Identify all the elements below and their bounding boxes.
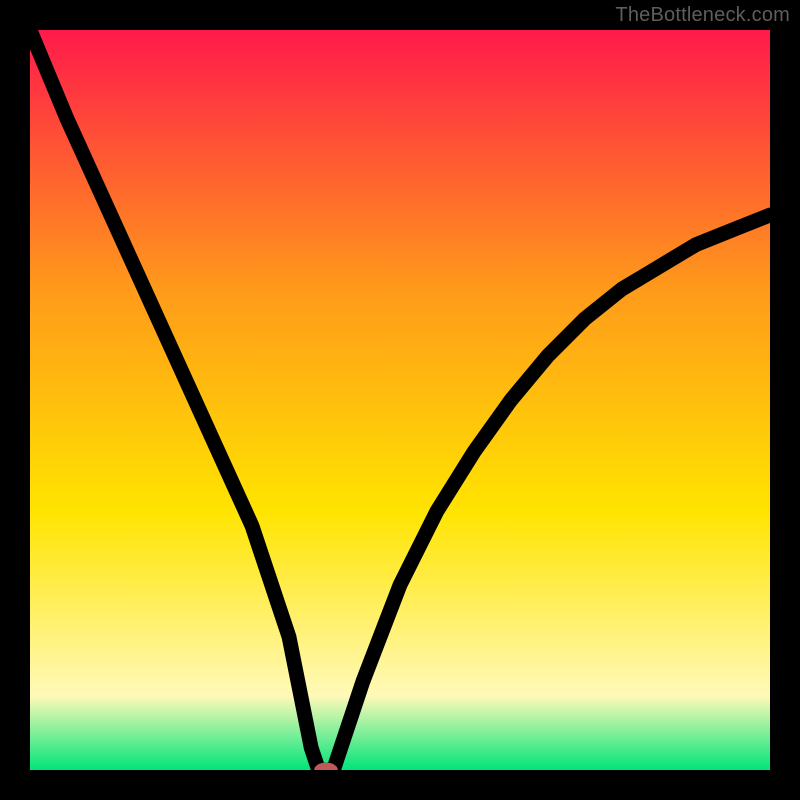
chart-frame: TheBottleneck.com xyxy=(0,0,800,800)
plot-background xyxy=(30,30,770,770)
bottleneck-plot xyxy=(30,30,770,770)
watermark-label: TheBottleneck.com xyxy=(615,4,790,27)
